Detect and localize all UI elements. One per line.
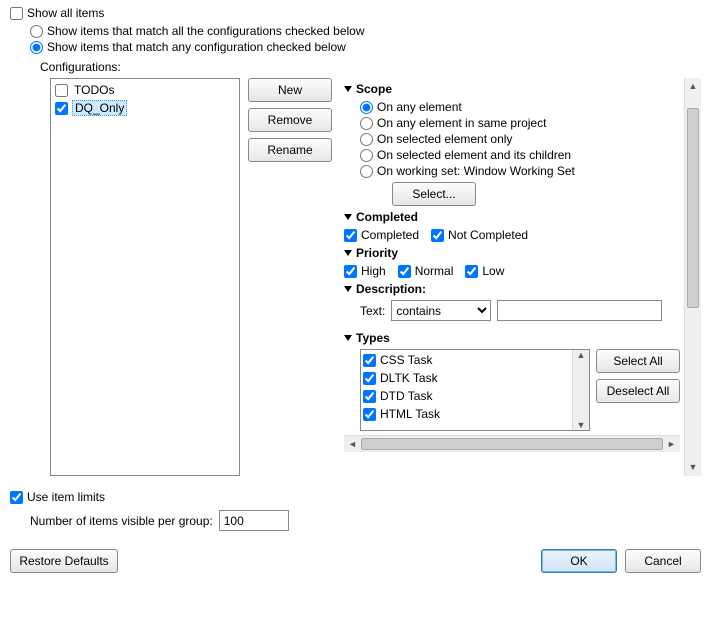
deselect-all-button[interactable]: Deselect All bbox=[596, 379, 680, 403]
type-item[interactable]: DLTK Task bbox=[363, 369, 570, 387]
scroll-down-icon[interactable]: ▼ bbox=[573, 420, 589, 430]
not-completed-label: Not Completed bbox=[448, 228, 528, 242]
show-all-items-checkbox[interactable] bbox=[10, 7, 23, 20]
type-item[interactable]: HTML Task bbox=[363, 405, 570, 423]
scope-selected-only-label: On selected element only bbox=[377, 132, 512, 146]
config-checkbox-todos[interactable] bbox=[55, 84, 68, 97]
priority-high-label: High bbox=[361, 264, 386, 278]
scroll-left-icon[interactable]: ◄ bbox=[344, 439, 361, 449]
description-operator-select[interactable]: contains bbox=[391, 300, 491, 321]
restore-defaults-button[interactable]: Restore Defaults bbox=[10, 549, 118, 573]
description-value-input[interactable] bbox=[497, 300, 662, 321]
match-any-radio[interactable] bbox=[30, 41, 43, 54]
select-working-set-button[interactable]: Select... bbox=[392, 182, 476, 206]
priority-header[interactable]: Priority bbox=[344, 246, 680, 260]
type-checkbox-html[interactable] bbox=[363, 408, 376, 421]
completed-label: Completed bbox=[361, 228, 419, 242]
priority-high-checkbox[interactable] bbox=[344, 265, 357, 278]
configurations-label: Configurations: bbox=[40, 60, 701, 74]
caret-down-icon bbox=[344, 286, 352, 292]
caret-down-icon bbox=[344, 86, 352, 92]
scope-header[interactable]: Scope bbox=[344, 82, 680, 96]
scope-selected-only-radio[interactable] bbox=[360, 133, 373, 146]
types-header[interactable]: Types bbox=[344, 331, 680, 345]
scroll-up-icon[interactable]: ▲ bbox=[685, 78, 701, 95]
description-text-label: Text: bbox=[360, 304, 385, 318]
select-all-button[interactable]: Select All bbox=[596, 349, 680, 373]
config-checkbox-dqonly[interactable] bbox=[55, 102, 68, 115]
type-checkbox-dltk[interactable] bbox=[363, 372, 376, 385]
configurations-list[interactable]: TODOs DQ_Only bbox=[50, 78, 240, 476]
ok-button[interactable]: OK bbox=[541, 549, 617, 573]
scroll-down-icon[interactable]: ▼ bbox=[685, 459, 701, 476]
config-label-dqonly: DQ_Only bbox=[72, 100, 127, 116]
scroll-right-icon[interactable]: ► bbox=[663, 439, 680, 449]
not-completed-checkbox[interactable] bbox=[431, 229, 444, 242]
use-item-limits-checkbox[interactable] bbox=[10, 491, 23, 504]
scrollbar-thumb[interactable] bbox=[361, 438, 663, 450]
type-checkbox-css[interactable] bbox=[363, 354, 376, 367]
type-label-css: CSS Task bbox=[380, 353, 432, 367]
scope-working-set-label: On working set: Window Working Set bbox=[377, 164, 575, 178]
completed-header[interactable]: Completed bbox=[344, 210, 680, 224]
priority-normal-checkbox[interactable] bbox=[398, 265, 411, 278]
caret-down-icon bbox=[344, 214, 352, 220]
new-button[interactable]: New bbox=[248, 78, 332, 102]
types-list[interactable]: CSS Task DLTK Task DTD Task HTML Task ▲ … bbox=[360, 349, 590, 431]
type-checkbox-dtd[interactable] bbox=[363, 390, 376, 403]
match-all-label: Show items that match all the configurat… bbox=[47, 24, 365, 38]
scope-same-project-radio[interactable] bbox=[360, 117, 373, 130]
scope-selected-children-radio[interactable] bbox=[360, 149, 373, 162]
completed-checkbox[interactable] bbox=[344, 229, 357, 242]
caret-down-icon bbox=[344, 335, 352, 341]
items-per-group-input[interactable] bbox=[219, 510, 289, 531]
type-item[interactable]: CSS Task bbox=[363, 351, 570, 369]
scope-selected-children-label: On selected element and its children bbox=[377, 148, 571, 162]
type-label-dltk: DLTK Task bbox=[380, 371, 438, 385]
description-header[interactable]: Description: bbox=[344, 282, 680, 296]
priority-low-checkbox[interactable] bbox=[465, 265, 478, 278]
priority-low-label: Low bbox=[482, 264, 504, 278]
cancel-button[interactable]: Cancel bbox=[625, 549, 701, 573]
items-per-group-label: Number of items visible per group: bbox=[30, 514, 213, 528]
detail-vertical-scrollbar[interactable]: ▲ ▼ bbox=[684, 78, 701, 476]
caret-down-icon bbox=[344, 250, 352, 256]
types-scrollbar[interactable]: ▲ ▼ bbox=[572, 350, 589, 430]
scroll-up-icon[interactable]: ▲ bbox=[573, 350, 589, 360]
priority-normal-label: Normal bbox=[415, 264, 454, 278]
use-item-limits-label: Use item limits bbox=[27, 490, 105, 504]
type-label-dtd: DTD Task bbox=[380, 389, 432, 403]
scope-any-element-radio[interactable] bbox=[360, 101, 373, 114]
type-item[interactable]: DTD Task bbox=[363, 387, 570, 405]
type-label-html: HTML Task bbox=[380, 407, 440, 421]
match-any-label: Show items that match any configuration … bbox=[47, 40, 346, 54]
show-all-items-label: Show all items bbox=[27, 6, 104, 20]
config-label-todos: TODOs bbox=[72, 83, 116, 97]
remove-button[interactable]: Remove bbox=[248, 108, 332, 132]
scope-working-set-radio[interactable] bbox=[360, 165, 373, 178]
config-item-todos[interactable]: TODOs bbox=[53, 81, 237, 99]
rename-button[interactable]: Rename bbox=[248, 138, 332, 162]
scope-any-element-label: On any element bbox=[377, 100, 462, 114]
match-all-radio[interactable] bbox=[30, 25, 43, 38]
scrollbar-thumb[interactable] bbox=[687, 108, 699, 308]
detail-horizontal-scrollbar[interactable]: ◄ ► bbox=[344, 435, 680, 452]
config-item-dqonly[interactable]: DQ_Only bbox=[53, 99, 237, 117]
scope-same-project-label: On any element in same project bbox=[377, 116, 546, 130]
